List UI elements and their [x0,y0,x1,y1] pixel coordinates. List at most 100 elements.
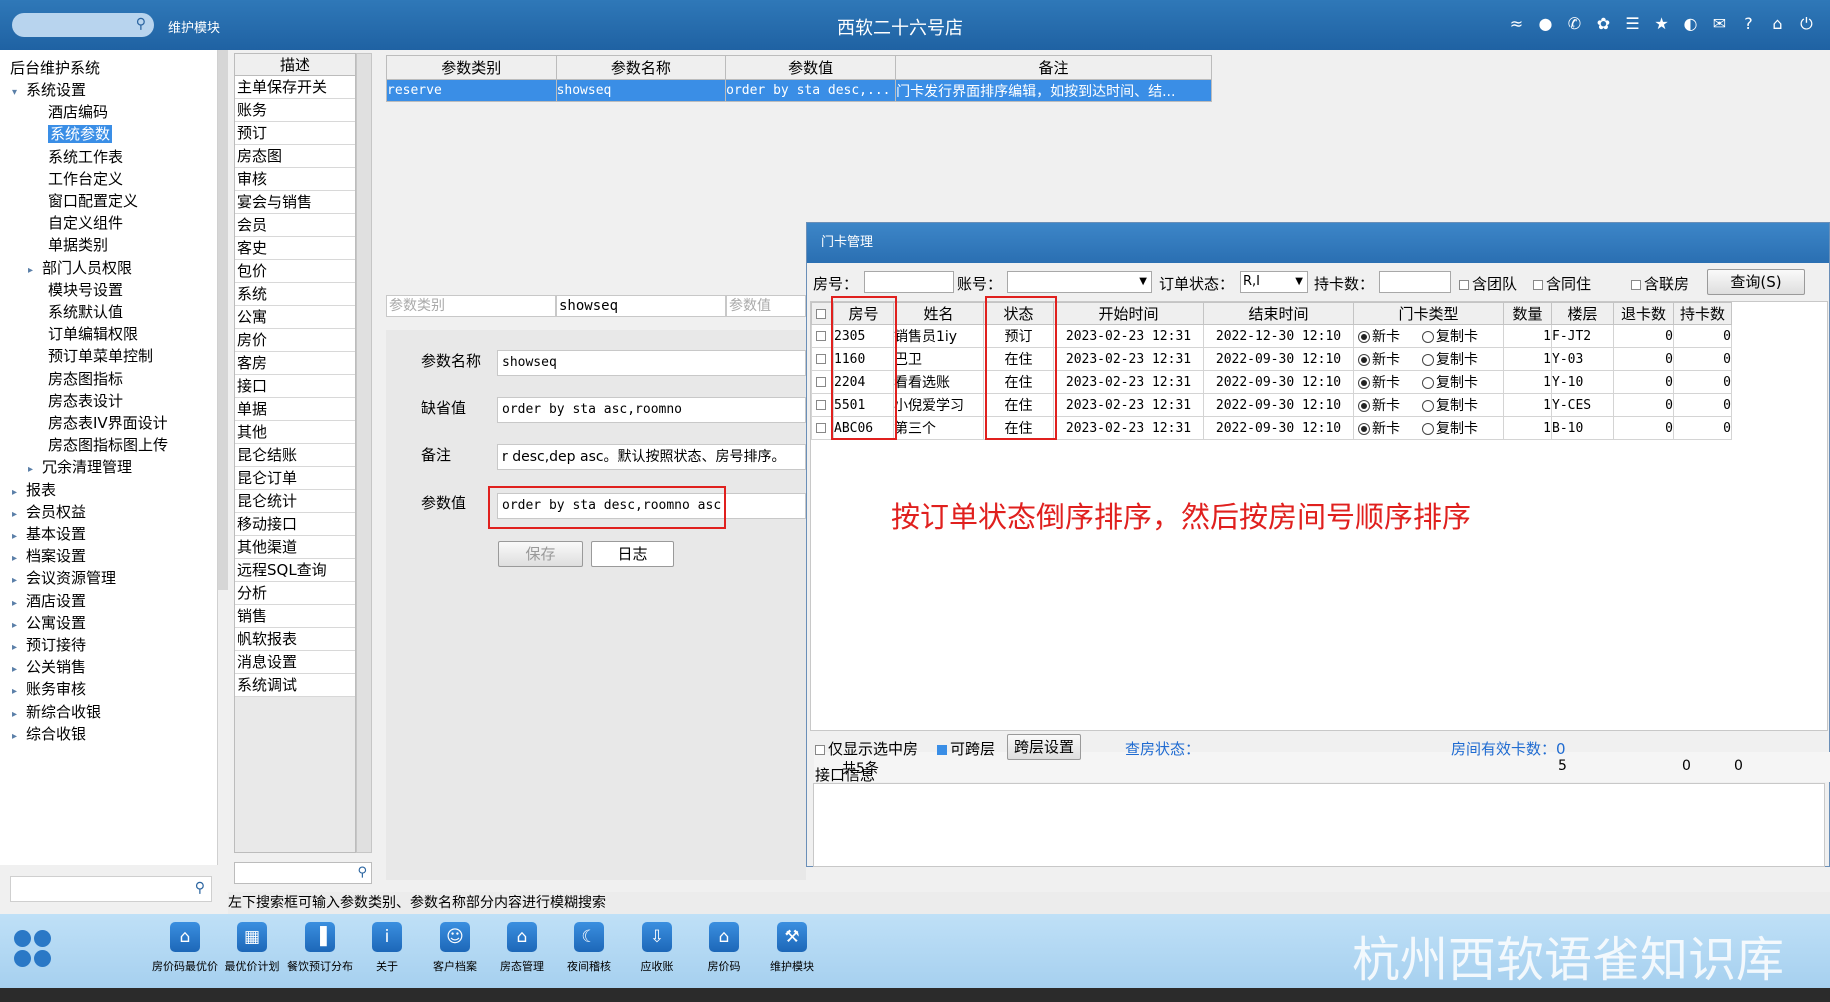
desc-item[interactable]: 预订 [235,122,355,145]
col-header[interactable]: 参数值 [725,55,897,80]
table-row[interactable]: 5501 小倪爱学习 在住 2023-02-23 12:31 2022-09-30 12… [811,393,1732,417]
new-card-radio[interactable]: 新卡 [1358,352,1400,368]
new-card-radio[interactable]: 新卡 [1358,375,1400,391]
status-select[interactable]: R,I ▼ [1240,271,1308,293]
moon-icon[interactable]: ☾ [574,922,604,952]
desc-item[interactable]: 宴会与销售 [235,191,355,214]
chevron-right-icon[interactable]: ▸ [12,664,26,675]
help-icon[interactable]: ? [1739,14,1758,33]
phone-icon[interactable]: ✆ [1565,14,1584,33]
copy-card-radio[interactable]: 复制卡 [1422,352,1478,368]
only-selected-checkbox[interactable]: 仅显示选中房 [815,738,918,759]
wifi-icon[interactable]: ≈ [1507,14,1526,33]
acct-select[interactable]: ▼ [1007,271,1152,293]
chevron-right-icon[interactable]: ▸ [12,531,26,542]
desc-item[interactable]: 审核 [235,168,355,191]
chevron-right-icon[interactable]: ▸ [28,464,42,475]
desc-item[interactable]: 系统调试 [235,674,355,697]
wrench-icon[interactable]: ⚒ [777,922,807,952]
desc-item[interactable]: 包价 [235,260,355,283]
copy-card-radio[interactable]: 复制卡 [1422,329,1478,345]
table-row[interactable]: 1160 巴卫 在住 2023-02-23 12:31 2022-09-30 12:10… [811,347,1732,371]
tree-item[interactable]: ▸ 新综合收银 [12,701,101,722]
radio-icon[interactable] [1358,423,1370,435]
tree-root[interactable]: 后台维护系统 [10,57,100,78]
group-checkbox[interactable]: 含团队 [1459,273,1517,294]
tree-item[interactable]: 自定义组件 [28,212,123,233]
chevron-right-icon[interactable]: ▸ [12,575,26,586]
radio-icon[interactable] [1422,331,1434,343]
radio-icon[interactable] [1422,400,1434,412]
remark-field[interactable]: r desc,dep asc。默认按照状态、房号排序。 [497,444,806,470]
tree-item[interactable]: 房态表设计 [28,390,123,411]
save-button[interactable]: 保存 [498,541,583,567]
tree-item[interactable]: ▸ 公寓设置 [12,612,86,633]
star-icon[interactable]: ★ [1652,14,1671,33]
tree-item[interactable]: ▸ 账务审核 [12,678,86,699]
col-header[interactable]: 结束时间 [1203,302,1354,325]
radio-icon[interactable] [1422,377,1434,389]
checkbox-box[interactable] [815,744,825,755]
tree-item[interactable]: 窗口配置定义 [28,190,138,211]
tree-item[interactable]: 预订单菜单控制 [28,345,153,366]
desc-item[interactable]: 销售 [235,605,355,628]
col-header[interactable]: 参数类别 [386,55,557,80]
desc-item[interactable]: 昆仑结账 [235,444,355,467]
tree-item[interactable]: 工作台定义 [28,168,123,189]
contrast-icon[interactable]: ◐ [1681,14,1700,33]
power-icon[interactable]: ⏻ [1797,14,1816,33]
tree-item[interactable]: ▸ 会议资源管理 [12,567,116,588]
checkbox-box[interactable] [816,354,826,364]
tree-item[interactable]: 系统参数 [28,123,113,144]
palette-icon[interactable]: ✿ [1594,14,1613,33]
table-row[interactable]: 2305 销售员1iy 预订 2023-02-23 12:31 2022-12-30 1… [811,324,1732,348]
tree-item[interactable]: 房态图指标 [28,368,123,389]
tree-item[interactable]: ▸ 公关销售 [12,656,86,677]
radio-icon[interactable] [1358,400,1370,412]
taskbar-item[interactable]: ☾ 夜间稽核 [554,922,624,974]
cross-floor-button[interactable]: 跨层设置 [1007,734,1081,760]
col-header[interactable]: 楼层 [1551,302,1614,325]
desc-scrollbar[interactable] [356,53,372,853]
tree-item[interactable]: 订单编辑权限 [28,323,138,344]
taskbar-item[interactable]: ⇩ 应收账 [622,922,692,974]
taskbar-item[interactable]: i 关于 [352,922,422,974]
mail-icon[interactable]: ✉ [1710,14,1729,33]
tree-item[interactable]: 模块号设置 [28,279,123,300]
desc-item[interactable]: 远程SQL查询 [235,559,355,582]
table-row[interactable]: ABC06 第三个 在住 2023-02-23 12:31 2022-09-30 12:… [811,416,1732,440]
desc-item[interactable]: 账务 [235,99,355,122]
desc-item[interactable]: 主单保存开关 [235,76,355,99]
chevron-right-icon[interactable]: ▸ [12,509,26,520]
chevron-right-icon[interactable]: ▸ [12,709,26,720]
tree-item[interactable]: ▸ 部门人员权限 [28,257,132,278]
col-header[interactable]: 门卡类型 [1353,302,1504,325]
desc-item[interactable]: 会员 [235,214,355,237]
taskbar-item[interactable]: ⌂ 房态管理 [487,922,557,974]
desc-item[interactable]: 接口 [235,375,355,398]
calendar-icon[interactable]: ▦ [237,922,267,952]
tree-item[interactable]: ▾ 系统设置 [12,79,86,100]
taskbar-item[interactable]: ⌂ 房价码最优价 [150,922,220,974]
desc-item[interactable]: 公寓 [235,306,355,329]
filter-name[interactable]: showseq [556,295,726,317]
chat-icon[interactable]: ● [1536,14,1555,33]
house-price-icon[interactable]: ⌂ [170,922,200,952]
search-icon[interactable]: ⚲ [357,865,367,880]
chevron-right-icon[interactable]: ▸ [28,265,42,276]
tree-item[interactable]: 房态图指标图上传 [28,434,168,455]
contact-icon[interactable]: ☺ [440,922,470,952]
iface-textarea[interactable] [813,783,1825,867]
tree-item[interactable]: ▸ 预订接待 [12,634,86,655]
radio-icon[interactable] [1422,423,1434,435]
tree-item[interactable]: ▸ 报表 [12,479,56,500]
chevron-right-icon[interactable]: ▸ [12,642,26,653]
desc-item[interactable]: 客房 [235,352,355,375]
top-search-input[interactable]: ⚲ [12,13,154,37]
col-header[interactable]: 退卡数 [1613,302,1674,325]
house-icon[interactable]: ⌂ [507,922,537,952]
radio-icon[interactable] [1422,354,1434,366]
query-button[interactable]: 查询(S) [1707,269,1805,295]
col-header[interactable]: 持卡数 [1673,302,1732,325]
checkbox-box[interactable] [1631,279,1641,290]
